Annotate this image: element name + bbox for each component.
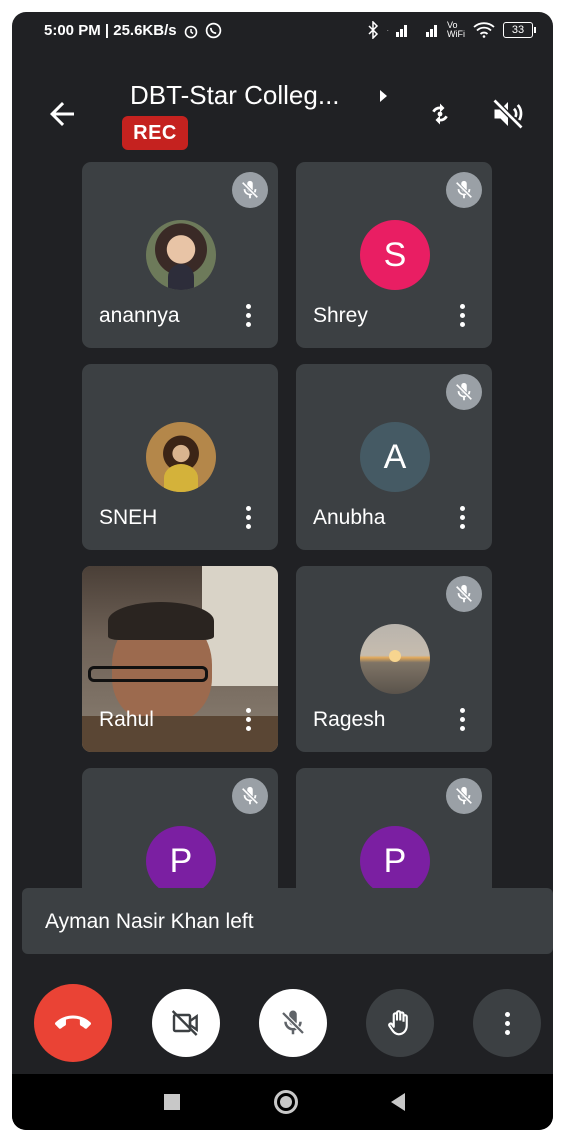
signal-icon-2	[426, 25, 437, 37]
end-call-icon	[55, 1015, 91, 1029]
participant-name: SNEH	[99, 506, 158, 529]
avatar-initial: A	[360, 422, 430, 492]
snackbar-toast: Ayman Nasir Khan left	[22, 888, 553, 954]
avatar-initial: P	[360, 826, 430, 896]
more-vert-icon[interactable]	[244, 708, 252, 732]
mic-off-icon	[281, 1010, 305, 1035]
mic-off-icon	[446, 778, 482, 814]
recording-badge: REC	[122, 116, 188, 150]
avatar-photo	[360, 624, 430, 694]
mic-toggle-button[interactable]	[259, 989, 327, 1057]
mic-off-icon	[232, 778, 268, 814]
status-left: 5:00 PM | 25.6KB/s	[44, 22, 222, 39]
more-vert-icon[interactable]	[458, 506, 466, 530]
mic-off-icon	[446, 374, 482, 410]
participant-tile[interactable]: SNEH	[82, 364, 278, 550]
toast-message: Ayman Nasir Khan left	[45, 910, 254, 933]
participant-name: Rahul	[99, 708, 154, 731]
switch-camera-icon	[432, 103, 448, 125]
android-nav-bar	[12, 1074, 553, 1130]
whatsapp-icon	[205, 22, 221, 39]
more-vert-icon[interactable]	[458, 708, 466, 732]
status-time-speed: 5:00 PM | 25.6KB/s	[44, 22, 177, 39]
volume-off-icon	[492, 98, 524, 130]
more-vert-icon	[504, 1011, 510, 1035]
recents-square-icon[interactable]	[164, 1094, 180, 1110]
home-circle-icon[interactable]	[274, 1090, 298, 1114]
participant-tile[interactable]: Ragesh	[296, 566, 492, 752]
bluetooth-icon	[368, 21, 379, 39]
switch-camera-button[interactable]	[422, 96, 458, 132]
avatar-photo	[146, 422, 216, 492]
battery-icon: 33	[503, 22, 536, 38]
end-call-button[interactable]	[34, 984, 112, 1062]
more-vert-icon[interactable]	[244, 304, 252, 328]
phone-screen: 5:00 PM | 25.6KB/s . Vo WiFi 33 DBT-Star…	[12, 12, 553, 1130]
avatar-initial: P	[146, 826, 216, 896]
participant-tile-video[interactable]: Rahul	[82, 566, 278, 752]
mic-off-icon	[446, 172, 482, 208]
avatar-initial: S	[360, 220, 430, 290]
back-button[interactable]	[44, 96, 80, 132]
wifi-icon	[473, 22, 495, 38]
avatar-photo	[146, 220, 216, 290]
participant-tile[interactable]: A Anubha	[296, 364, 492, 550]
mic-off-icon	[446, 576, 482, 612]
mic-off-icon	[232, 172, 268, 208]
status-right: . Vo WiFi 33	[367, 20, 536, 39]
chevron-right-icon[interactable]	[380, 90, 387, 102]
participant-tile[interactable]: S Shrey	[296, 162, 492, 348]
call-controls-bar	[12, 964, 553, 1084]
nav-back-triangle-icon[interactable]	[391, 1093, 405, 1111]
arrow-back-icon	[50, 102, 74, 126]
raise-hand-button[interactable]	[366, 989, 434, 1057]
vowifi-label: Vo WiFi	[447, 20, 465, 39]
participant-name: Anubha	[313, 506, 386, 529]
camera-toggle-button[interactable]	[152, 989, 220, 1057]
signal-icon: .	[387, 25, 407, 37]
participant-name: Shrey	[313, 304, 368, 327]
camera-off-icon	[171, 1010, 198, 1036]
more-vert-icon[interactable]	[458, 304, 466, 328]
participant-tile[interactable]: anannya	[82, 162, 278, 348]
meeting-title[interactable]: DBT-Star Colleg...	[130, 80, 340, 111]
battery-level: 33	[511, 24, 525, 36]
speaker-off-button[interactable]	[490, 96, 526, 132]
participant-name: anannya	[99, 304, 180, 327]
svg-text:.: .	[387, 27, 389, 33]
alarm-icon	[184, 25, 197, 38]
more-options-button[interactable]	[473, 989, 541, 1057]
participant-name: Ragesh	[313, 708, 386, 731]
raise-hand-icon	[388, 1010, 408, 1036]
more-vert-icon[interactable]	[244, 506, 252, 530]
status-bar: 5:00 PM | 25.6KB/s . Vo WiFi 33	[12, 12, 553, 52]
